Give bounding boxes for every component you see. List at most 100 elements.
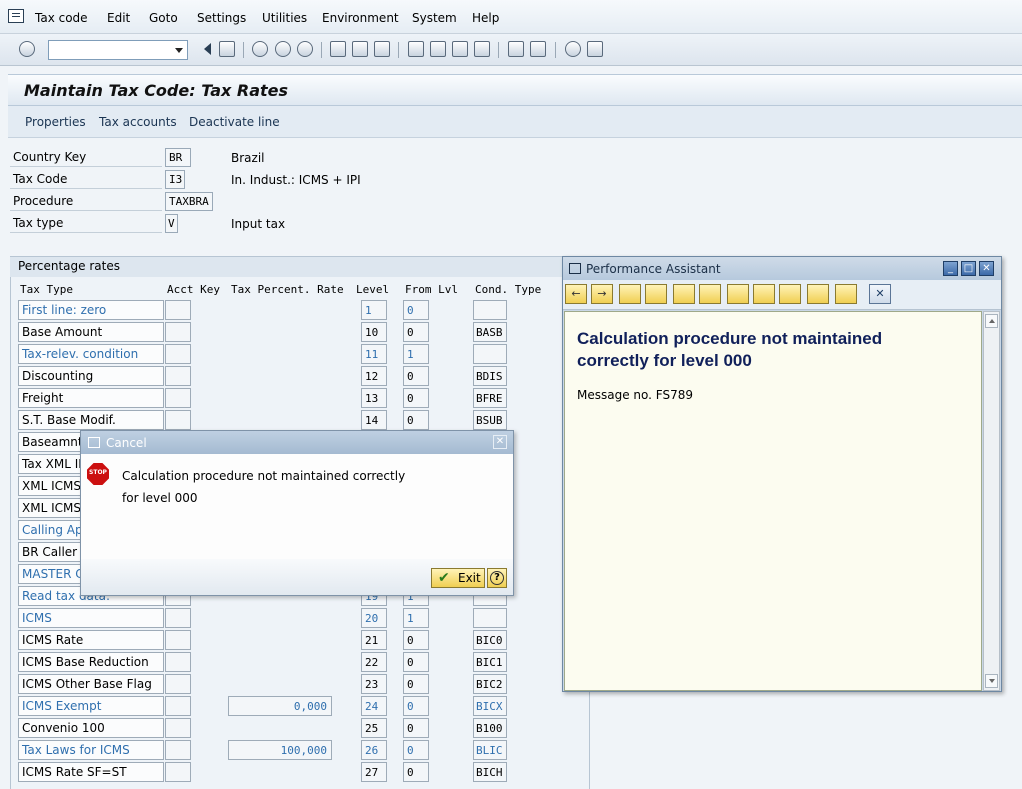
back-arrow-icon[interactable]: ← [565,284,587,304]
display-icon[interactable] [727,284,749,304]
first-page-icon[interactable] [408,41,424,57]
menu-help[interactable]: Help [472,11,499,25]
level-field[interactable]: 27 [361,762,387,782]
exit-button[interactable]: ✔ Exit [431,568,485,588]
condition-type-field[interactable] [473,608,507,628]
from-level-field[interactable]: 1 [403,608,429,628]
from-level-field[interactable]: 0 [403,696,429,716]
technical-info-icon[interactable] [645,284,667,304]
condition-type-field[interactable]: BIC0 [473,630,507,650]
level-field[interactable]: 11 [361,344,387,364]
level-field[interactable]: 14 [361,410,387,430]
chevron-down-icon[interactable] [175,48,183,53]
acct-key-field[interactable] [165,300,191,320]
from-level-field[interactable]: 0 [403,762,429,782]
vertical-scrollbar[interactable] [983,311,1000,691]
acct-key-field[interactable] [165,762,191,782]
favorites-icon[interactable] [807,284,829,304]
menu-tax-code[interactable]: Tax code [35,11,88,25]
procedure-field[interactable]: TAXBRA [165,192,213,211]
acct-key-field[interactable] [165,652,191,672]
sap-menu-icon[interactable] [8,9,24,23]
tax-accounts-button[interactable]: Tax accounts [99,115,177,129]
from-level-field[interactable]: 0 [403,630,429,650]
forward-arrow-icon[interactable]: → [591,284,613,304]
menu-system[interactable]: System [412,11,457,25]
menu-utilities[interactable]: Utilities [262,11,307,25]
acct-key-field[interactable] [165,608,191,628]
from-level-field[interactable]: 1 [403,344,429,364]
condition-type-field[interactable]: BSUB [473,410,507,430]
tax-rate-field[interactable]: 100,000 [228,740,332,760]
condition-type-field[interactable]: BICH [473,762,507,782]
tax-type-field[interactable]: V [165,214,178,233]
acct-key-field[interactable] [165,674,191,694]
close-icon[interactable]: ✕ [869,284,891,304]
find-icon[interactable] [352,41,368,57]
level-field[interactable]: 24 [361,696,387,716]
condition-type-field[interactable]: BIC2 [473,674,507,694]
table-icon[interactable] [753,284,775,304]
new-session-icon[interactable] [508,41,524,57]
from-level-field[interactable]: 0 [403,740,429,760]
acct-key-field[interactable] [165,718,191,738]
cancel-icon[interactable] [297,41,313,57]
level-field[interactable]: 13 [361,388,387,408]
properties-button[interactable]: Properties [25,115,86,129]
from-level-field[interactable]: 0 [403,718,429,738]
level-field[interactable]: 22 [361,652,387,672]
link-icon[interactable] [779,284,801,304]
condition-type-field[interactable] [473,344,507,364]
from-level-field[interactable]: 0 [403,388,429,408]
acct-key-field[interactable] [165,344,191,364]
acct-key-field[interactable] [165,410,191,430]
book-icon[interactable] [619,284,641,304]
level-field[interactable]: 10 [361,322,387,342]
from-level-field[interactable]: 0 [403,410,429,430]
condition-type-field[interactable]: BDIS [473,366,507,386]
condition-type-field[interactable]: BFRE [473,388,507,408]
condition-type-field[interactable]: BICX [473,696,507,716]
condition-type-field[interactable]: B100 [473,718,507,738]
level-field[interactable]: 12 [361,366,387,386]
condition-type-field[interactable]: BIC1 [473,652,507,672]
level-field[interactable]: 21 [361,630,387,650]
find-next-icon[interactable] [374,41,390,57]
scroll-up-icon[interactable] [985,314,998,328]
from-level-field[interactable]: 0 [403,322,429,342]
back-icon[interactable] [252,41,268,57]
level-field[interactable]: 25 [361,718,387,738]
level-field[interactable]: 23 [361,674,387,694]
command-field[interactable] [48,40,188,60]
from-level-field[interactable]: 0 [403,652,429,672]
back-arrow-icon[interactable] [200,41,216,57]
scroll-down-icon[interactable] [985,674,998,688]
close-icon[interactable]: ✕ [493,435,507,449]
condition-type-field[interactable]: BLIC [473,740,507,760]
print-icon[interactable] [330,41,346,57]
last-page-icon[interactable] [474,41,490,57]
previous-page-icon[interactable] [430,41,446,57]
condition-type-field[interactable]: BASB [473,322,507,342]
acct-key-field[interactable] [165,388,191,408]
close-icon[interactable]: ✕ [979,261,994,276]
print-icon[interactable] [835,284,857,304]
level-field[interactable]: 1 [361,300,387,320]
from-level-field[interactable]: 0 [403,674,429,694]
acct-key-field[interactable] [165,740,191,760]
menu-settings[interactable]: Settings [197,11,246,25]
level-field[interactable]: 26 [361,740,387,760]
tax-code-field[interactable]: I3 [165,170,185,189]
help-icon[interactable] [565,41,581,57]
edit-icon[interactable] [673,284,695,304]
next-page-icon[interactable] [452,41,468,57]
glossary-icon[interactable] [699,284,721,304]
from-level-field[interactable]: 0 [403,366,429,386]
from-level-field[interactable]: 0 [403,300,429,320]
shortcut-icon[interactable] [530,41,546,57]
minimize-icon[interactable]: _ [943,261,958,276]
acct-key-field[interactable] [165,630,191,650]
layout-menu-icon[interactable] [587,41,603,57]
help-button[interactable]: ? [487,568,507,588]
condition-type-field[interactable] [473,300,507,320]
